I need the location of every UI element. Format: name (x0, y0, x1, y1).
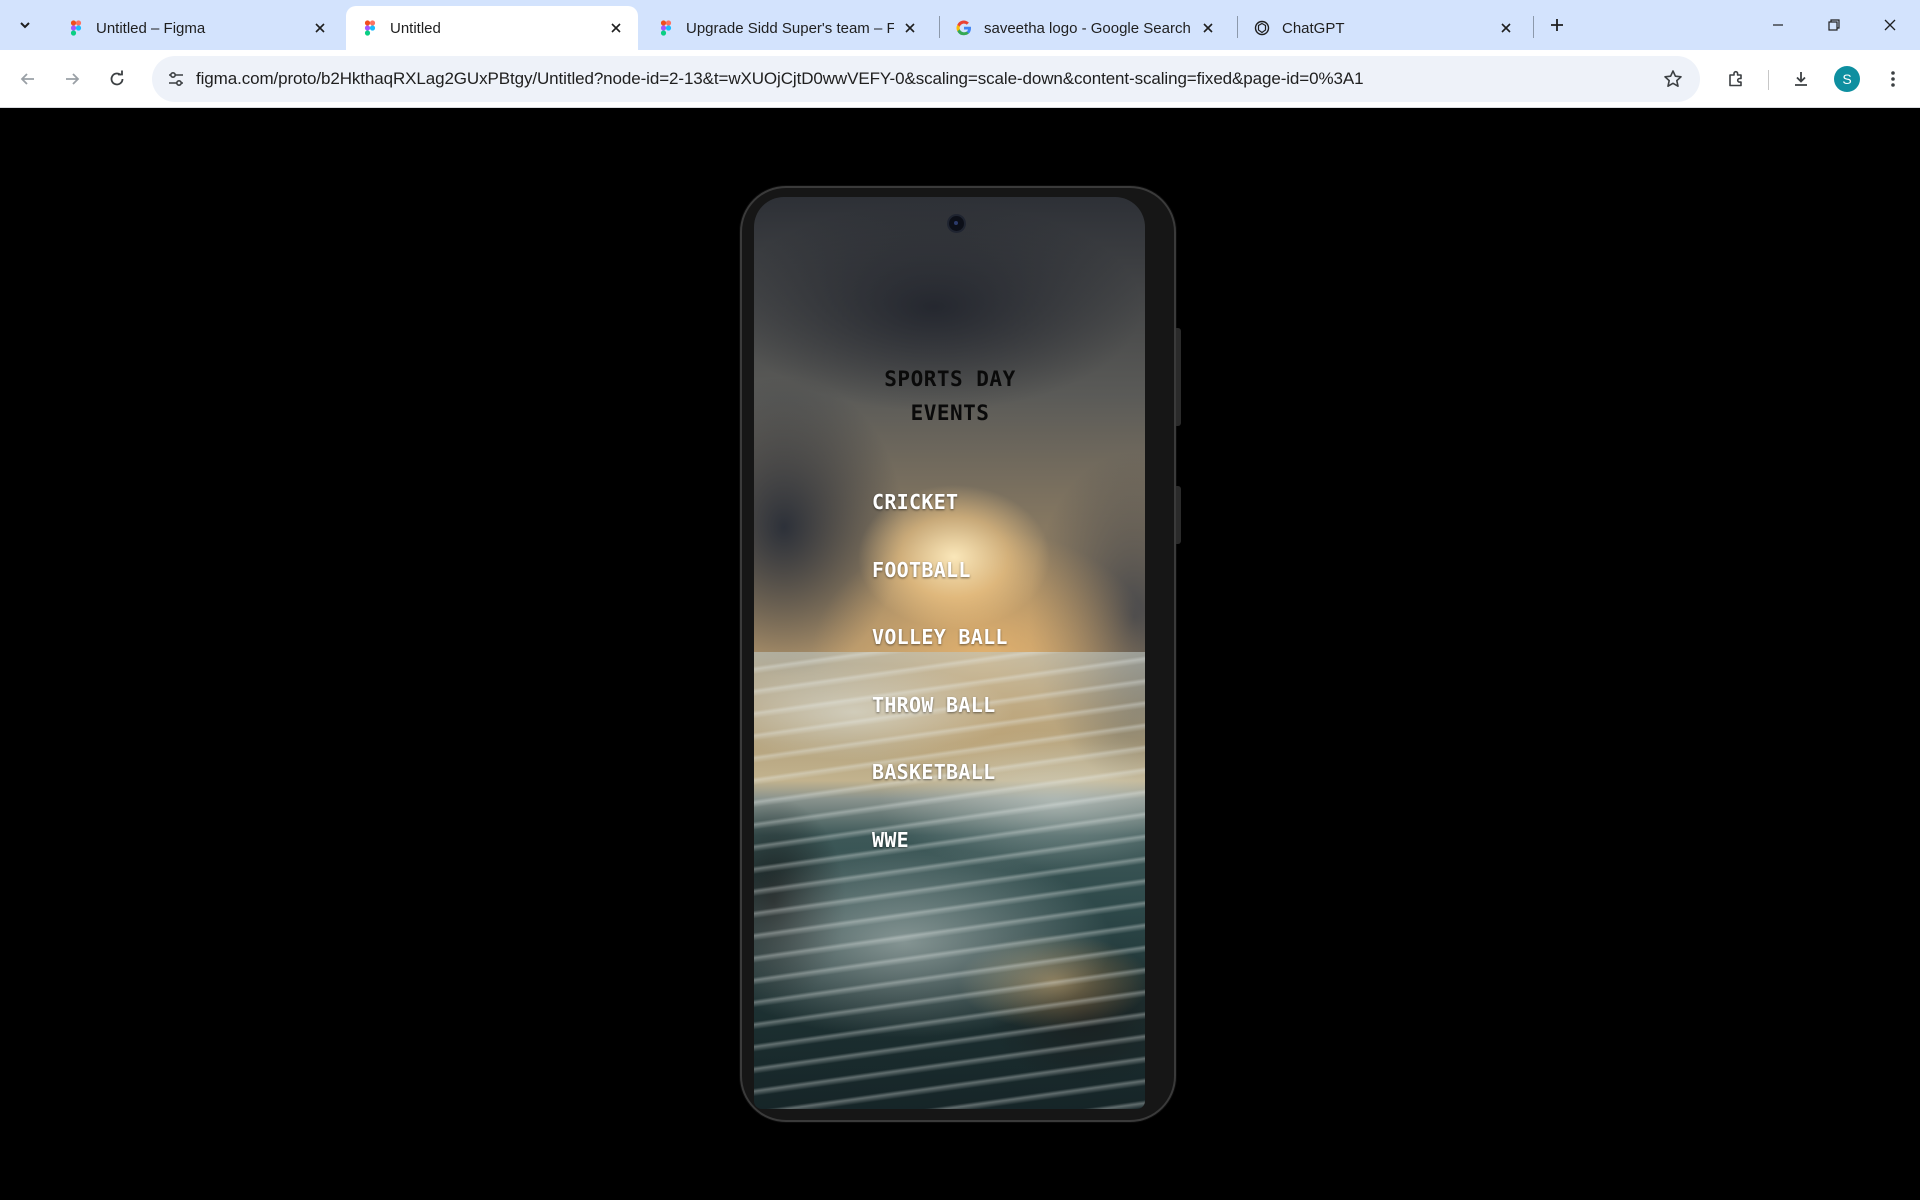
bookmark-button[interactable] (1659, 65, 1687, 93)
toolbar-divider (1768, 70, 1769, 90)
chevron-down-icon (20, 22, 30, 29)
address-bar[interactable]: figma.com/proto/b2HkthaqRXLag2GUxPBtgy/U… (152, 56, 1700, 102)
google-icon (956, 20, 972, 36)
extensions-button[interactable] (1719, 62, 1753, 96)
plus-icon (1551, 19, 1563, 31)
reload-button[interactable] (100, 62, 134, 96)
figma-icon (68, 20, 84, 36)
phone-volume-button (1176, 328, 1181, 426)
close-icon[interactable] (310, 18, 330, 38)
title-line-1: SPORTS DAY (884, 367, 1016, 391)
figma-icon (362, 20, 378, 36)
forward-button[interactable] (55, 62, 89, 96)
phone-power-button (1176, 486, 1181, 544)
close-icon[interactable] (1198, 18, 1218, 38)
tab-title: saveetha logo - Google Search (984, 19, 1191, 37)
event-throw-ball[interactable]: THROW BALL (872, 693, 995, 717)
event-cricket[interactable]: CRICKET (872, 490, 958, 514)
event-basketball[interactable]: BASKETBALL (872, 760, 995, 784)
close-icon (1884, 19, 1896, 31)
close-icon[interactable] (900, 18, 920, 38)
tab-untitled-figma[interactable]: Untitled – Figma (52, 6, 342, 50)
close-icon[interactable] (1496, 18, 1516, 38)
puzzle-icon (1729, 70, 1742, 87)
tab-upgrade-team[interactable]: Upgrade Sidd Super's team – Fi (642, 6, 932, 50)
more-vertical-icon (1891, 71, 1895, 87)
tab-strip: Untitled – Figma Untitled Upgrade Sidd S… (0, 0, 1920, 50)
figma-icon (658, 20, 674, 36)
tab-divider (1533, 16, 1534, 38)
camera-icon (949, 216, 964, 231)
minimize-icon (1773, 24, 1783, 26)
new-tab-button[interactable] (1542, 10, 1572, 40)
window-close-button[interactable] (1862, 0, 1918, 50)
event-volley-ball[interactable]: VOLLEY BALL (872, 625, 1008, 649)
arrow-left-icon (20, 73, 34, 85)
browser-toolbar: figma.com/proto/b2HkthaqRXLag2GUxPBtgy/U… (0, 50, 1920, 108)
title-line-2: EVENTS (910, 401, 990, 425)
downloads-button[interactable] (1784, 62, 1818, 96)
close-icon[interactable] (606, 18, 626, 38)
phone-screen (754, 197, 1145, 1109)
tune-icon (169, 71, 183, 87)
tab-chatgpt[interactable]: ChatGPT (1238, 6, 1528, 50)
tab-untitled[interactable]: Untitled (346, 6, 638, 50)
restore-button[interactable] (1806, 0, 1862, 50)
star-icon (1664, 70, 1682, 87)
arrow-right-icon (66, 73, 80, 85)
chatgpt-icon (1254, 20, 1270, 36)
back-button[interactable] (11, 62, 45, 96)
tab-search-button[interactable] (10, 11, 40, 39)
profile-button[interactable]: S (1830, 62, 1864, 96)
tab-google-search[interactable]: saveetha logo - Google Search (940, 6, 1230, 50)
menu-button[interactable] (1876, 62, 1910, 96)
tab-title: Untitled – Figma (96, 19, 206, 37)
reload-icon (110, 70, 124, 86)
url-text[interactable]: figma.com/proto/b2HkthaqRXLag2GUxPBtgy/U… (196, 69, 1364, 89)
event-football[interactable]: FOOTBALL (872, 558, 971, 582)
download-icon (1795, 72, 1807, 86)
minimize-button[interactable] (1750, 0, 1806, 50)
page-title: SPORTS DAY EVENTS (870, 362, 1030, 430)
tab-title: ChatGPT (1282, 19, 1345, 37)
site-info-button[interactable] (160, 63, 192, 95)
event-wwe[interactable]: WWE (872, 828, 909, 852)
avatar: S (1834, 66, 1860, 92)
tab-title: Upgrade Sidd Super's team – Fi (686, 19, 894, 37)
background-image (754, 652, 1145, 1109)
restore-icon (1828, 19, 1840, 31)
tab-title: Untitled (390, 19, 441, 37)
